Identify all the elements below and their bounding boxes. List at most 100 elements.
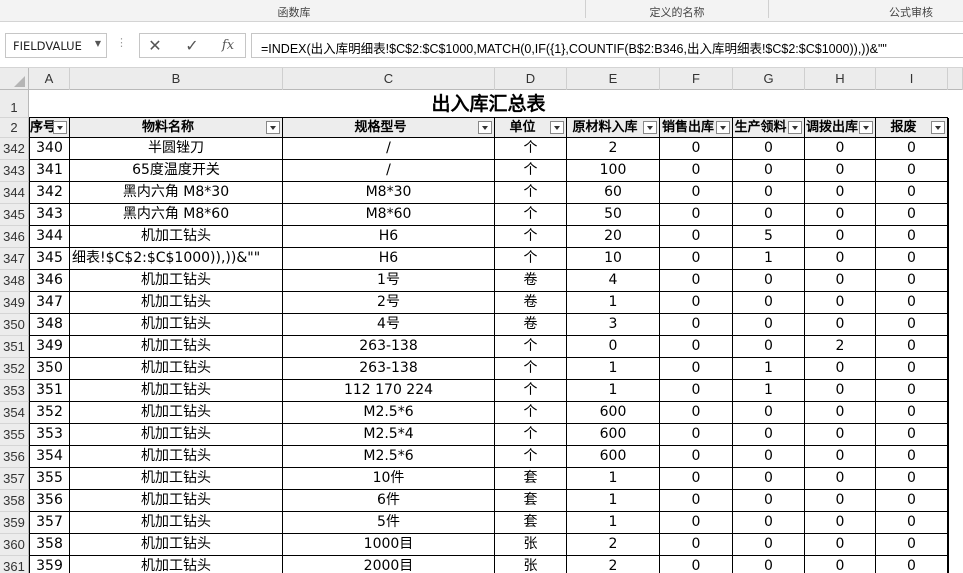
cell-transfer-out[interactable]: 0 xyxy=(805,226,876,248)
row-header[interactable]: 349 xyxy=(0,292,29,314)
cell-production-issue[interactable]: 0 xyxy=(733,468,805,490)
cell-material-name[interactable]: 机加工钻头 xyxy=(70,490,283,512)
cell-scrap[interactable]: 0 xyxy=(876,248,948,270)
cell-seq[interactable]: 341 xyxy=(29,160,70,182)
cell-material-name[interactable]: 机加工钻头 xyxy=(70,358,283,380)
cell-raw-in[interactable]: 600 xyxy=(567,424,660,446)
cell-material-name[interactable]: 机加工钻头 xyxy=(70,270,283,292)
cell-transfer-out[interactable]: 2 xyxy=(805,336,876,358)
cell-production-issue[interactable]: 0 xyxy=(733,512,805,534)
row-header[interactable]: 360 xyxy=(0,534,29,556)
cell-raw-in[interactable]: 10 xyxy=(567,248,660,270)
column-header-overflow[interactable] xyxy=(948,68,963,90)
cell-sales-out[interactable]: 0 xyxy=(660,270,733,292)
cell-production-issue[interactable]: 1 xyxy=(733,248,805,270)
cell-seq[interactable]: 348 xyxy=(29,314,70,336)
cell-material-name[interactable]: 机加工钻头 xyxy=(70,336,283,358)
cell-sales-out[interactable]: 0 xyxy=(660,160,733,182)
cell-seq[interactable]: 358 xyxy=(29,534,70,556)
cell-scrap[interactable]: 0 xyxy=(876,314,948,336)
cell-sales-out[interactable]: 0 xyxy=(660,314,733,336)
header-seq[interactable]: 序号 xyxy=(29,118,70,138)
cell-seq[interactable]: 349 xyxy=(29,336,70,358)
cell-raw-in[interactable]: 1 xyxy=(567,358,660,380)
row-header[interactable]: 348 xyxy=(0,270,29,292)
column-header-e[interactable]: E xyxy=(567,68,660,90)
cell-raw-in[interactable]: 0 xyxy=(567,336,660,358)
cell-unit[interactable]: 个 xyxy=(495,358,567,380)
cell-scrap[interactable]: 0 xyxy=(876,512,948,534)
cell-sales-out[interactable]: 0 xyxy=(660,446,733,468)
filter-dropdown-icon[interactable] xyxy=(478,121,492,134)
sheet-title[interactable]: 出入库汇总表 xyxy=(29,90,948,118)
cell-scrap[interactable]: 0 xyxy=(876,402,948,424)
row-header[interactable]: 352 xyxy=(0,358,29,380)
cell-sales-out[interactable]: 0 xyxy=(660,358,733,380)
cell-unit[interactable]: 个 xyxy=(495,138,567,160)
cell-transfer-out[interactable]: 0 xyxy=(805,160,876,182)
more-options-icon[interactable]: ⋮ xyxy=(116,36,127,49)
cell-raw-in[interactable]: 2 xyxy=(567,556,660,573)
cell-material-name[interactable]: 黑内六角 M8*30 xyxy=(70,182,283,204)
cell-seq[interactable]: 344 xyxy=(29,226,70,248)
check-icon[interactable]: ✓ xyxy=(178,33,206,58)
cell-spec-model[interactable]: M2.5*6 xyxy=(283,446,495,468)
column-header-a[interactable]: A xyxy=(29,68,70,90)
cell-scrap[interactable]: 0 xyxy=(876,380,948,402)
cell-material-name[interactable]: 机加工钻头 xyxy=(70,292,283,314)
filter-dropdown-icon[interactable] xyxy=(859,121,873,134)
cell-raw-in[interactable]: 20 xyxy=(567,226,660,248)
cell-seq[interactable]: 356 xyxy=(29,490,70,512)
cell-seq[interactable]: 342 xyxy=(29,182,70,204)
cell-spec-model[interactable]: 10件 xyxy=(283,468,495,490)
row-header[interactable]: 351 xyxy=(0,336,29,358)
cell-unit[interactable]: 个 xyxy=(495,380,567,402)
filter-dropdown-icon[interactable] xyxy=(788,121,802,134)
filter-dropdown-icon[interactable] xyxy=(716,121,730,134)
filter-dropdown-icon[interactable] xyxy=(53,121,67,134)
cell-scrap[interactable]: 0 xyxy=(876,424,948,446)
cell-scrap[interactable]: 0 xyxy=(876,226,948,248)
cell-spec-model[interactable]: H6 xyxy=(283,226,495,248)
cell-spec-model[interactable]: 5件 xyxy=(283,512,495,534)
cell-unit[interactable]: 个 xyxy=(495,248,567,270)
cell-raw-in[interactable]: 3 xyxy=(567,314,660,336)
cell-seq[interactable]: 343 xyxy=(29,204,70,226)
cell-unit[interactable]: 个 xyxy=(495,336,567,358)
cell-spec-model[interactable]: 2000目 xyxy=(283,556,495,573)
header-unit[interactable]: 单位 xyxy=(495,118,567,138)
cell-sales-out[interactable]: 0 xyxy=(660,468,733,490)
column-header-b[interactable]: B xyxy=(70,68,283,90)
filter-dropdown-icon[interactable] xyxy=(643,121,657,134)
cell-sales-out[interactable]: 0 xyxy=(660,424,733,446)
cell-raw-in[interactable]: 60 xyxy=(567,182,660,204)
header-sales-out[interactable]: 销售出库 xyxy=(660,118,733,138)
cell-production-issue[interactable]: 0 xyxy=(733,336,805,358)
column-header-c[interactable]: C xyxy=(283,68,495,90)
cell-raw-in[interactable]: 600 xyxy=(567,446,660,468)
cell-material-name[interactable]: 机加工钻头 xyxy=(70,226,283,248)
cell-unit[interactable]: 卷 xyxy=(495,270,567,292)
cell-transfer-out[interactable]: 0 xyxy=(805,204,876,226)
cell-spec-model[interactable]: 1号 xyxy=(283,270,495,292)
column-header-f[interactable]: F xyxy=(660,68,733,90)
header-material-name[interactable]: 物料名称 xyxy=(70,118,283,138)
cell-material-name[interactable]: 机加工钻头 xyxy=(70,556,283,573)
cell-seq[interactable]: 357 xyxy=(29,512,70,534)
cell-spec-model[interactable]: 1000目 xyxy=(283,534,495,556)
cell-transfer-out[interactable]: 0 xyxy=(805,468,876,490)
cell-sales-out[interactable]: 0 xyxy=(660,204,733,226)
cell-sales-out[interactable]: 0 xyxy=(660,138,733,160)
cell-material-name[interactable]: 机加工钻头 xyxy=(70,512,283,534)
cell-transfer-out[interactable]: 0 xyxy=(805,138,876,160)
cell-seq[interactable]: 354 xyxy=(29,446,70,468)
cell-material-name[interactable]: 细表!$C$2:$C$1000)),))&"" xyxy=(70,248,283,270)
row-header[interactable]: 2 xyxy=(0,118,29,138)
cell-unit[interactable]: 个 xyxy=(495,446,567,468)
cell-material-name[interactable]: 65度温度开关 xyxy=(70,160,283,182)
cell-transfer-out[interactable]: 0 xyxy=(805,248,876,270)
name-box[interactable]: FIELDVALUE ▼ xyxy=(5,33,107,58)
cell-production-issue[interactable]: 0 xyxy=(733,424,805,446)
cell-spec-model[interactable]: H6 xyxy=(283,248,495,270)
cell-seq[interactable]: 347 xyxy=(29,292,70,314)
